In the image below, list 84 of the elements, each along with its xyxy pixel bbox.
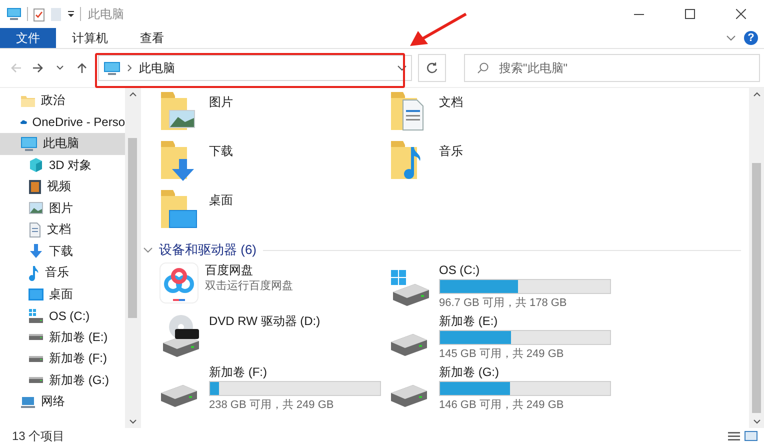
scroll-up-icon[interactable] (752, 92, 760, 97)
large-icons-view-icon[interactable] (744, 431, 758, 441)
search-icon (477, 62, 489, 74)
computer-icon (6, 7, 22, 21)
ribbon-tab[interactable]: 计算机 (56, 28, 124, 48)
sidebar-item[interactable]: 图片 (0, 198, 125, 219)
close-icon (736, 9, 746, 19)
sidebar-item[interactable]: 下载 (0, 240, 125, 262)
chevron-down-icon[interactable] (143, 247, 153, 253)
scrollbar[interactable] (749, 88, 764, 428)
computer-icon (20, 136, 38, 152)
up-arrow-icon (76, 62, 88, 74)
sidebar-item[interactable]: 新加卷 (E:) (0, 326, 125, 348)
sidebar-item[interactable]: 桌面 (0, 284, 125, 305)
forward-arrow-icon (32, 62, 44, 74)
folder-name[interactable]: 桌面 (209, 192, 233, 209)
help-button[interactable]: ? (744, 31, 758, 45)
music-note-icon (28, 264, 40, 281)
sidebar-item[interactable]: 此电脑 (0, 133, 125, 154)
expand-ribbon-icon[interactable] (726, 35, 736, 41)
computer-icon (103, 60, 121, 76)
drive-icon (28, 354, 44, 363)
drive-icon (28, 376, 44, 384)
dropdown-icon[interactable] (67, 10, 75, 18)
desktop-folder-icon (159, 188, 199, 230)
details-view-icon[interactable] (728, 431, 740, 441)
image-icon (28, 201, 44, 216)
desktop-icon (28, 288, 44, 301)
folder-name[interactable]: 文档 (439, 94, 463, 111)
capacity-text: 238 GB 可用，共 249 GB (209, 398, 335, 412)
ribbon-tab[interactable]: 查看 (124, 28, 180, 48)
sidebar-item[interactable]: 政治 (0, 90, 125, 112)
scrollbar[interactable] (125, 88, 140, 428)
drive-icon (390, 384, 428, 408)
folder-name[interactable]: 图片 (209, 94, 233, 111)
section-title[interactable]: 设备和驱动器 (6) (159, 241, 256, 259)
capacity-text: 146 GB 可用，共 249 GB (439, 398, 565, 412)
scroll-up-icon[interactable] (128, 92, 136, 97)
search-field[interactable]: 搜索"此电脑" (464, 54, 760, 82)
scroll-down-icon[interactable] (128, 419, 136, 424)
sidebar-item[interactable]: 视频 (0, 176, 125, 198)
folder-name[interactable]: 音乐 (439, 143, 463, 160)
sidebar-item[interactable]: 音乐 (0, 262, 125, 284)
item-count: 13 个项目 (12, 428, 65, 444)
refresh-button[interactable] (418, 54, 446, 82)
sidebar-item[interactable]: 新加卷 (G:) (0, 370, 125, 391)
download-arrow-icon (28, 243, 44, 260)
maximize-icon (685, 9, 695, 19)
windows-drive-icon (28, 308, 44, 324)
annotation-arrow (408, 12, 468, 48)
ribbon-tab[interactable]: 文件 (0, 28, 56, 48)
drive-name[interactable]: 新加卷 (F:) (209, 365, 381, 379)
sidebar-item[interactable]: OS (C:) (0, 305, 125, 326)
capacity-text: 145 GB 可用，共 249 GB (439, 347, 565, 361)
document-icon (28, 222, 42, 238)
sidebar-item[interactable]: 文档 (0, 219, 125, 240)
chevron-down-icon[interactable] (397, 65, 407, 71)
refresh-icon (426, 62, 438, 74)
back-arrow-icon (10, 62, 22, 74)
network-icon (20, 394, 36, 409)
address-bar[interactable]: 此电脑 (98, 55, 412, 81)
sidebar-item[interactable]: 3D 对象 (0, 154, 125, 176)
window-title: 此电脑 (88, 6, 125, 22)
film-icon (28, 178, 42, 195)
cloud-app-icon (159, 262, 199, 304)
chevron-down-icon (56, 65, 64, 71)
capacity-text: 96.7 GB 可用，共 178 GB (439, 296, 568, 310)
drive-name[interactable]: DVD RW 驱动器 (D:) (209, 314, 320, 328)
folder-name[interactable]: 下载 (209, 143, 233, 160)
cube-icon (28, 157, 44, 174)
scroll-down-icon[interactable] (752, 419, 760, 424)
drive-icon (390, 333, 428, 357)
drive-icon (28, 333, 44, 342)
drive-name[interactable]: OS (C:) (439, 263, 611, 277)
sidebar-item[interactable]: 网络 (0, 391, 125, 412)
drive-name[interactable]: 新加卷 (G:) (439, 365, 611, 379)
drive-description: 双击运行百度网盘 (205, 279, 293, 293)
drive-icon (160, 384, 198, 408)
chevron-right-icon (127, 64, 133, 72)
sidebar-item[interactable]: 新加卷 (F:) (0, 348, 125, 370)
sidebar-item[interactable]: OneDrive - Perso (0, 112, 125, 133)
properties-icon[interactable] (33, 6, 45, 22)
drive-name[interactable]: 新加卷 (E:) (439, 314, 611, 328)
drive-name[interactable]: 百度网盘 (205, 263, 293, 277)
